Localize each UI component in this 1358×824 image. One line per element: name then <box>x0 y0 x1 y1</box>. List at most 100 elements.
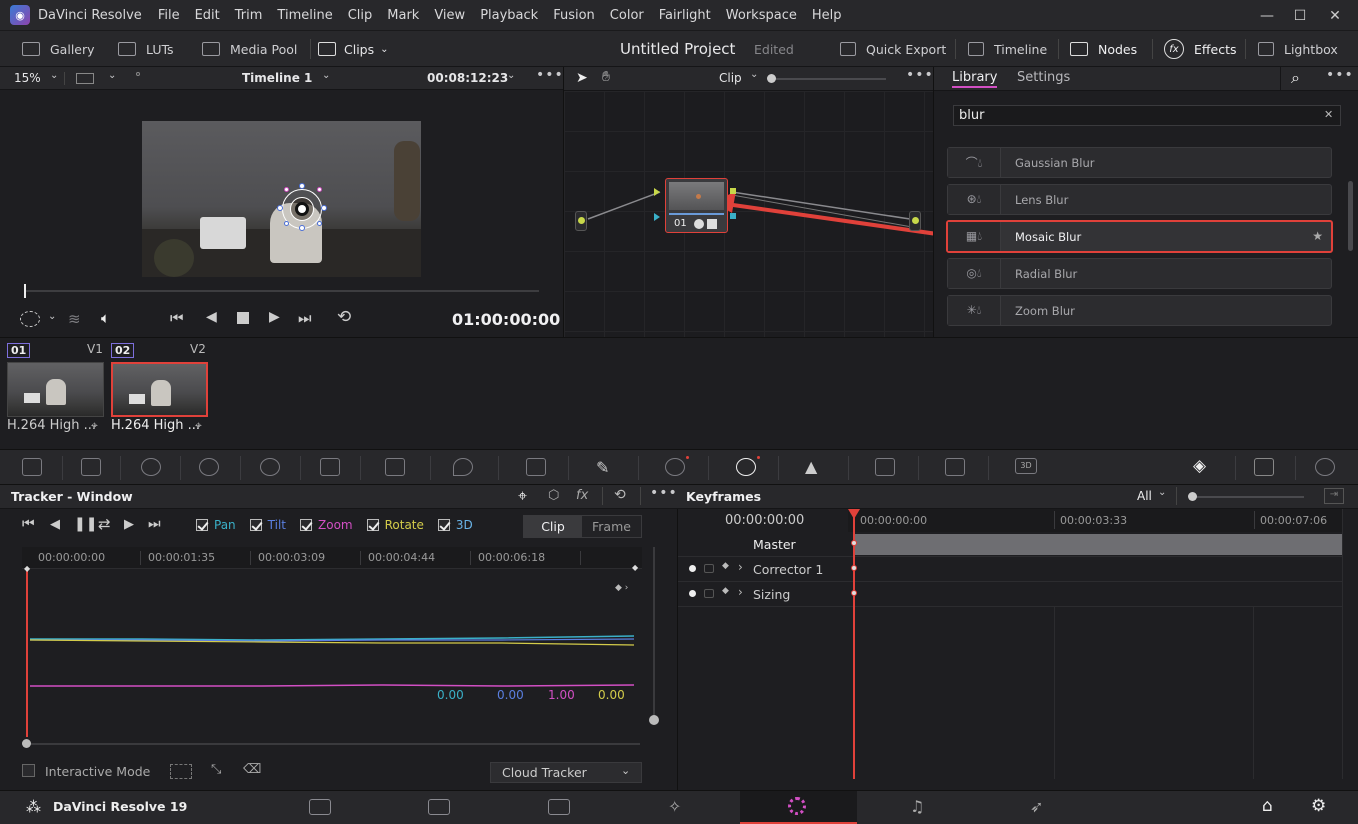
library-scrollbar[interactable] <box>1348 181 1353 251</box>
viewer-mode-icon[interactable] <box>76 73 94 84</box>
menu-trim[interactable]: Trim <box>235 8 263 23</box>
menu-edit[interactable]: Edit <box>195 8 220 23</box>
chevron-right-icon[interactable]: › <box>738 560 743 574</box>
chevron-right-icon[interactable]: › <box>738 585 743 599</box>
color-wheels-icon[interactable] <box>141 458 161 476</box>
blur-tool-icon[interactable] <box>875 458 895 476</box>
node-rgb-input[interactable] <box>654 188 660 196</box>
track-reverse-icon[interactable]: ◀ <box>50 517 60 532</box>
slider-handle[interactable] <box>1188 492 1197 501</box>
chevron-down-icon[interactable]: ⌄ <box>322 70 330 81</box>
more-options-icon[interactable]: ••• <box>536 67 564 83</box>
interactive-mode-checkbox[interactable] <box>22 764 35 777</box>
quick-export-button[interactable]: Quick Export <box>840 31 946 67</box>
edit-page-icon[interactable] <box>548 799 570 815</box>
keyframe-point[interactable] <box>851 540 857 546</box>
fx-item-mosaic-blur[interactable]: ▦💧︎ Mosaic Blur ★ <box>946 220 1333 253</box>
scopes-icon[interactable] <box>1254 458 1274 476</box>
track-both-icon[interactable]: ⇄ <box>98 515 111 533</box>
fairlight-page-icon[interactable]: ♫ <box>910 797 924 816</box>
maximize-icon[interactable]: ☐ <box>1280 0 1320 31</box>
search-icon[interactable]: ⌕ <box>1291 68 1300 88</box>
tab-frame[interactable]: Frame <box>582 516 641 537</box>
layers-icon[interactable]: ≋ <box>68 310 81 328</box>
curves-icon[interactable] <box>385 458 405 476</box>
play-reverse-icon[interactable]: ◀ <box>206 309 217 325</box>
key-tool-icon[interactable] <box>945 458 965 476</box>
fx-item-gaussian-blur[interactable]: ⌒💧︎ Gaussian Blur <box>947 147 1332 178</box>
pause-icon[interactable]: ❚❚ <box>74 516 97 532</box>
settings-gear-icon[interactable]: ⚙ <box>1311 796 1326 816</box>
track-reverse-to-start-icon[interactable]: ⏮︎ <box>22 516 35 532</box>
tracker-crosshair-icon[interactable]: ⌖ <box>518 486 527 506</box>
magic-mask-icon[interactable]: ▲ <box>805 457 817 476</box>
cut-page-icon[interactable] <box>428 799 450 815</box>
fx-tracker-icon[interactable]: fx <box>576 488 588 503</box>
chevron-down-icon[interactable]: ⌄ <box>507 70 515 81</box>
menu-clip[interactable]: Clip <box>348 8 373 23</box>
window-center-handle[interactable] <box>298 205 306 213</box>
cloud-icon[interactable]: ⬡ <box>548 488 559 503</box>
qualifier-grid-icon[interactable] <box>526 458 546 476</box>
insert-feature-points-icon[interactable] <box>170 764 192 779</box>
more-options-icon[interactable]: ••• <box>1326 67 1354 83</box>
playhead-marker[interactable] <box>848 509 860 519</box>
delete-points-icon[interactable]: ⌫ <box>243 762 261 777</box>
fx-item-radial-blur[interactable]: ◎💧︎ Radial Blur <box>947 258 1332 289</box>
rgb-mixer-icon[interactable] <box>260 458 280 476</box>
chevron-down-icon[interactable]: ⌄ <box>1158 487 1166 498</box>
loop-icon[interactable]: ⟲ <box>337 307 351 327</box>
library-search-input[interactable]: blur ✕ <box>953 105 1341 126</box>
node-01[interactable]: 01 <box>665 178 728 233</box>
close-icon[interactable]: ✕ <box>1315 0 1355 31</box>
window-overlay-icon[interactable] <box>20 311 40 327</box>
reset-icon[interactable]: ⟲ <box>614 487 626 503</box>
tab-clip[interactable]: Clip <box>524 516 582 537</box>
3d-tool-icon[interactable]: 3D <box>1015 458 1037 474</box>
nodes-button[interactable]: Nodes <box>1070 31 1137 67</box>
camera-raw-icon[interactable] <box>22 458 42 476</box>
tab-settings[interactable]: Settings <box>1017 70 1070 85</box>
slider-handle[interactable] <box>649 715 659 725</box>
info-icon[interactable] <box>1315 458 1335 476</box>
jump-to-end-icon[interactable]: ⏭︎ <box>298 309 312 327</box>
keyframe-track-corrector[interactable]: ◆ › Corrector 1 <box>678 557 1342 582</box>
timeline-button[interactable]: Timeline <box>968 31 1047 67</box>
hdr-wheels-icon[interactable] <box>199 458 219 476</box>
clip-thumbnail-01[interactable] <box>7 362 104 417</box>
rotate-checkbox[interactable] <box>366 519 379 531</box>
node-key-output[interactable] <box>730 213 736 219</box>
eyedropper-icon[interactable]: ✎ <box>596 458 609 477</box>
viewer-playhead[interactable] <box>24 284 26 298</box>
menu-view[interactable]: View <box>434 8 465 23</box>
tilt-checkbox[interactable] <box>249 519 262 531</box>
lock-icon[interactable] <box>704 564 714 573</box>
tracker-ruler[interactable]: 00:00:00:00 00:00:01:35 00:00:03:09 00:0… <box>22 547 642 569</box>
window-handle[interactable] <box>317 221 322 226</box>
viewer-scrubber[interactable] <box>24 290 539 292</box>
keyframe-point[interactable] <box>851 590 857 596</box>
volume-icon[interactable]: 🔈︎ <box>101 309 110 327</box>
favorite-star-icon[interactable]: ★ <box>1312 229 1323 243</box>
fx-item-lens-blur[interactable]: ⊛💧︎ Lens Blur <box>947 184 1332 215</box>
node-output[interactable] <box>909 211 921 231</box>
keyframe-filter[interactable]: All <box>1137 489 1152 503</box>
viewer-frame[interactable] <box>142 121 421 277</box>
color-warper-icon[interactable] <box>453 458 473 476</box>
more-options-icon[interactable]: ••• <box>650 485 678 501</box>
menu-fusion[interactable]: Fusion <box>553 8 595 23</box>
zoom-vertical-slider[interactable] <box>653 547 655 721</box>
media-pool-button[interactable]: Media Pool <box>202 31 297 67</box>
expand-panel-icon[interactable]: ⇥ <box>1324 488 1344 504</box>
effects-button[interactable]: fx Effects <box>1164 31 1237 67</box>
window-handle[interactable] <box>299 225 305 231</box>
menu-playback[interactable]: Playback <box>480 8 538 23</box>
menu-help[interactable]: Help <box>812 8 842 23</box>
clip-tracker-icon[interactable]: ⌖ <box>91 418 98 433</box>
clips-button[interactable]: Clips ⌄ <box>318 31 389 67</box>
color-match-icon[interactable] <box>81 458 101 476</box>
chevron-down-icon[interactable]: ⌄ <box>108 70 116 81</box>
keyframe-point[interactable] <box>851 565 857 571</box>
set-points-icon[interactable]: ⤡ <box>211 762 221 777</box>
keyframe-zoom-slider[interactable] <box>1192 496 1304 498</box>
